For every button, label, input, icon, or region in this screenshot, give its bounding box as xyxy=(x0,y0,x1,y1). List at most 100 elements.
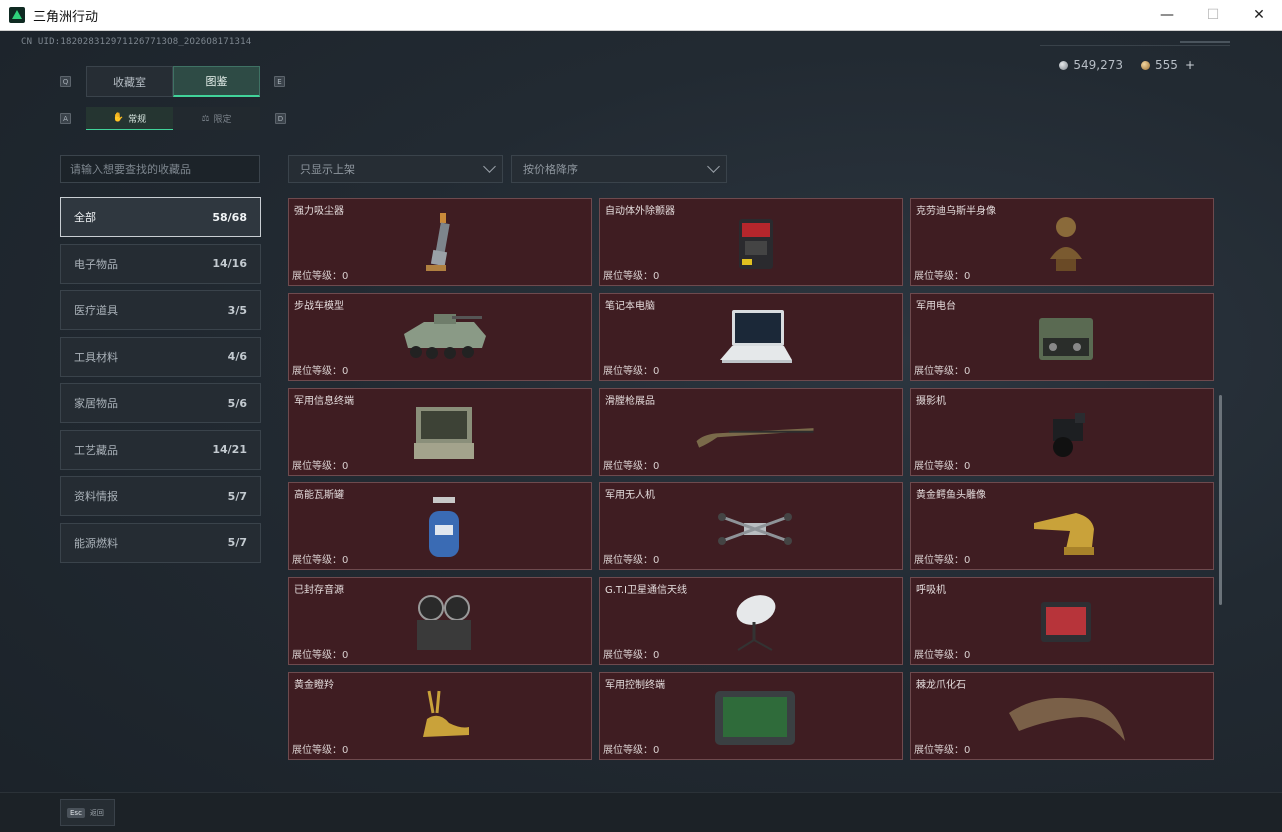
collection-item-card[interactable]: G.T.I卫星通信天线 展位等级：0 xyxy=(599,577,903,666)
level-label: 展位等级： xyxy=(292,555,342,567)
level-value: 0 xyxy=(342,650,349,662)
category-medical[interactable]: 医疗道具 3/5 xyxy=(60,290,261,330)
level-value: 0 xyxy=(342,460,349,472)
collection-item-card[interactable]: 呼吸机 展位等级：0 xyxy=(910,577,1214,666)
collection-item-card[interactable]: 已封存音源展位等级：0 xyxy=(288,577,592,666)
collection-item-card[interactable]: 滑膛枪展品 展位等级：0 xyxy=(599,387,903,476)
collection-item-card[interactable]: 军用信息终端 展位等级：0 xyxy=(288,387,592,476)
claw-fossil-icon xyxy=(1001,679,1131,757)
level-label: 展位等级： xyxy=(603,555,653,567)
item-name: 强力吸尘器 xyxy=(294,206,344,217)
category-intel[interactable]: 资料情报 5/7 xyxy=(60,476,261,516)
control-terminal-icon xyxy=(690,679,820,757)
tab-limited[interactable]: ⚖ 限定 xyxy=(173,107,260,130)
item-name: 军用无人机 xyxy=(605,490,655,502)
category-all[interactable]: 全部 58/68 xyxy=(60,197,261,237)
item-name: 黄金鳄鱼头雕像 xyxy=(916,490,986,502)
item-level: 展位等级：0 xyxy=(292,551,348,566)
level-label: 展位等级： xyxy=(603,650,653,662)
tab-regular[interactable]: ✋ 常规 xyxy=(86,107,173,130)
window-title: 三角洲行动 xyxy=(33,9,99,25)
collection-item-card[interactable]: 笔记本电脑 展位等级：0 xyxy=(599,292,903,381)
level-label: 展位等级： xyxy=(914,555,964,567)
item-level: 展位等级：0 xyxy=(292,267,348,282)
collection-item-card[interactable]: 棘龙爪化石 展位等级：0 xyxy=(910,672,1214,760)
window-titlebar: 三角洲行动 — ☐ ✕ xyxy=(0,0,1282,31)
item-level: 展位等级：0 xyxy=(292,741,348,756)
sort-dropdown[interactable]: 按价格降序 xyxy=(511,155,727,183)
collection-item-card[interactable]: 步战车模型 展位等级：0 xyxy=(288,292,592,381)
radio-icon xyxy=(1001,300,1131,378)
back-button[interactable]: Esc 返回 xyxy=(60,799,115,826)
gold-currency: 555 + xyxy=(1141,58,1195,72)
item-name: 自动体外除颤器 xyxy=(605,206,675,217)
level-value: 0 xyxy=(964,460,971,472)
golden-gazelle-icon xyxy=(379,679,509,757)
item-name: 已封存音源 xyxy=(294,585,344,597)
item-name: 摄影机 xyxy=(916,395,946,407)
key-e-hint: E xyxy=(274,76,285,87)
shelf-filter-dropdown[interactable]: 只显示上架 xyxy=(288,155,503,183)
collection-item-card[interactable]: 军用电台展位等级：0 xyxy=(910,292,1214,381)
item-level: 展位等级：0 xyxy=(292,646,348,661)
collection-item-card[interactable]: 摄影机展位等级：0 xyxy=(910,387,1214,476)
sort-label: 按价格降序 xyxy=(523,163,578,176)
collection-item-card[interactable]: 自动体外除颤器展位等级：0 xyxy=(599,198,903,286)
category-label: 资料情报 xyxy=(74,490,118,503)
collection-item-card[interactable]: 克劳迪乌斯半身像 展位等级：0 xyxy=(910,198,1214,286)
item-level: 展位等级：0 xyxy=(603,741,659,756)
collection-item-card[interactable]: 强力吸尘器展位等级：0 xyxy=(288,198,592,286)
search-input[interactable]: 请输入想要查找的收藏品 xyxy=(60,155,260,183)
drone-icon xyxy=(690,489,820,567)
close-button[interactable]: ✕ xyxy=(1236,0,1282,31)
laptop-icon xyxy=(690,300,820,378)
collection-item-card[interactable]: 军用控制终端 展位等级：0 xyxy=(599,672,903,760)
item-name: 军用电台 xyxy=(916,300,956,312)
key-q-hint: Q xyxy=(60,76,71,87)
scale-icon: ⚖ xyxy=(201,113,210,124)
level-value: 0 xyxy=(653,460,660,472)
minimize-button[interactable]: — xyxy=(1144,0,1190,31)
tab-catalog[interactable]: 图鉴 xyxy=(173,66,260,97)
collection-item-card[interactable]: 高能瓦斯罐 展位等级：0 xyxy=(288,482,592,571)
crocodile-statue-icon xyxy=(1001,489,1131,567)
collection-item-card[interactable]: 黄金鳄鱼头雕像 展位等级：0 xyxy=(910,482,1214,571)
back-label: 返回 xyxy=(89,808,104,817)
tab-collection-room[interactable]: 收藏室 xyxy=(86,66,173,97)
item-name: 步战车模型 xyxy=(294,300,344,312)
satellite-dish-icon xyxy=(690,584,820,662)
level-value: 0 xyxy=(653,271,660,282)
level-label: 展位等级： xyxy=(603,745,653,756)
level-label: 展位等级： xyxy=(292,460,342,472)
collection-item-card[interactable]: 黄金瞪羚 展位等级：0 xyxy=(288,672,592,760)
category-label: 能源燃料 xyxy=(74,536,118,550)
main-tabs: 收藏室 图鉴 xyxy=(86,66,260,97)
level-value: 0 xyxy=(342,555,349,567)
level-label: 展位等级： xyxy=(603,365,653,377)
category-count: 5/7 xyxy=(227,489,247,503)
maximize-button[interactable]: ☐ xyxy=(1190,0,1236,31)
grid-scrollbar[interactable] xyxy=(1219,395,1222,605)
category-tools[interactable]: 工具材料 4/6 xyxy=(60,336,261,377)
level-value: 0 xyxy=(653,650,660,662)
item-level: 展位等级：0 xyxy=(914,362,970,377)
category-household[interactable]: 家居物品 5/6 xyxy=(60,383,261,423)
level-value: 0 xyxy=(964,745,971,756)
category-label: 工艺藏品 xyxy=(74,443,118,457)
level-label: 展位等级： xyxy=(914,460,964,472)
level-value: 0 xyxy=(964,365,971,377)
category-energy[interactable]: 能源燃料 5/7 xyxy=(60,522,261,563)
category-count: 3/5 xyxy=(227,303,247,317)
item-name: 笔记本电脑 xyxy=(605,300,655,312)
add-currency-button[interactable]: + xyxy=(1185,58,1195,72)
collection-item-card[interactable]: 军用无人机 展位等级：0 xyxy=(599,482,903,571)
level-value: 0 xyxy=(964,650,971,662)
level-label: 展位等级： xyxy=(292,650,342,662)
category-crafts[interactable]: 工艺藏品 14/21 xyxy=(60,429,261,470)
item-name: 克劳迪乌斯半身像 xyxy=(916,206,996,217)
category-electronics[interactable]: 电子物品 14/16 xyxy=(60,243,261,284)
category-label: 医疗道具 xyxy=(74,304,118,317)
level-label: 展位等级： xyxy=(914,365,964,377)
item-level: 展位等级：0 xyxy=(603,267,659,282)
tab-regular-label: 常规 xyxy=(128,114,147,125)
